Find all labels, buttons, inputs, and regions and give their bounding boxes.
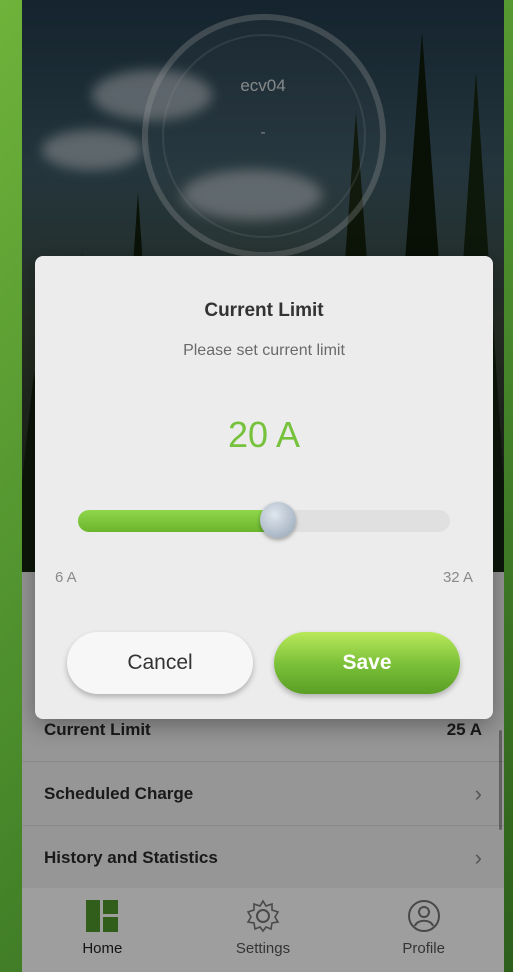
dialog-subtitle: Please set current limit — [183, 342, 345, 359]
current-limit-dialog: Current Limit Please set current limit 2… — [35, 256, 493, 719]
slider-max-label: 32 A — [442, 569, 473, 586]
current-limit-slider[interactable] — [78, 502, 450, 538]
cancel-button[interactable]: Cancel — [67, 632, 253, 694]
save-button[interactable]: Save — [274, 632, 460, 694]
app-screen: ecv04 - Current Limit 25 A Scheduled Cha… — [22, 0, 504, 972]
slider-min-label: 6 A — [55, 569, 77, 586]
slider-fill — [78, 510, 278, 532]
dialog-title: Current Limit — [204, 300, 324, 321]
slider-thumb[interactable] — [260, 502, 296, 538]
current-limit-value: 20 A — [227, 414, 301, 455]
